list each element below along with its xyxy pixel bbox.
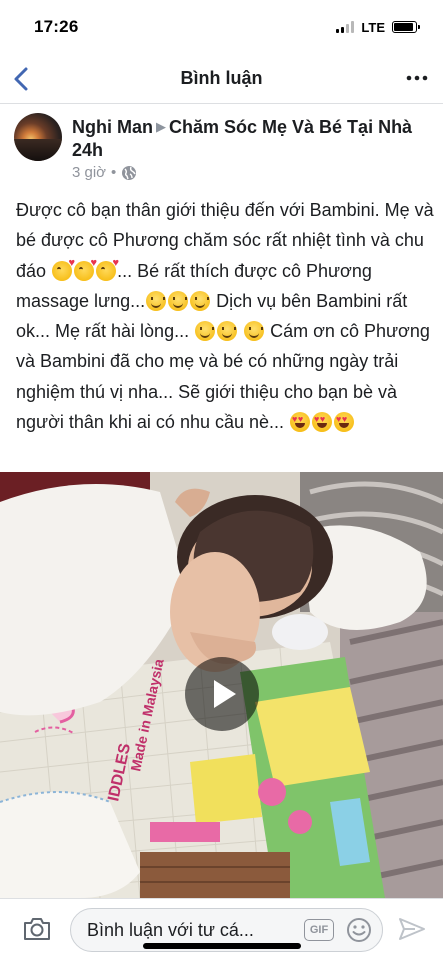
smiling-face-heart-eyes-icon <box>290 412 311 433</box>
battery-level <box>394 23 413 31</box>
navigation-bar: Bình luận <box>0 54 443 104</box>
slightly-smiling-face-icon <box>190 290 211 311</box>
signal-icon <box>336 21 355 33</box>
play-button[interactable] <box>185 657 259 731</box>
avatar[interactable] <box>14 113 62 161</box>
post-author-line: Nghi Man ▶ Chăm Sóc Mẹ Và Bé Tại Nhà 24h <box>72 115 432 162</box>
post-time[interactable]: 3 giờ <box>72 164 106 181</box>
slightly-smiling-face-icon <box>217 321 238 342</box>
slightly-smiling-face-icon <box>195 321 216 342</box>
face-blowing-kiss-icon <box>52 258 75 281</box>
status-bar: 17:26 LTE <box>0 0 443 54</box>
face-blowing-kiss-icon <box>74 258 97 281</box>
slightly-smiling-face-icon <box>244 321 265 342</box>
page-title: Bình luận <box>180 68 263 88</box>
slightly-smiling-face-icon <box>146 290 167 311</box>
author-name[interactable]: Nghi Man <box>72 117 153 137</box>
status-indicators: LTE <box>336 19 420 35</box>
status-time: 17:26 <box>34 17 79 36</box>
smiley-icon[interactable] <box>345 916 373 944</box>
more-horizontal-icon[interactable] <box>405 68 429 88</box>
meta-separator: • <box>111 164 117 181</box>
smiling-face-heart-eyes-icon <box>334 412 355 433</box>
play-icon <box>214 680 236 708</box>
smiling-face-heart-eyes-icon <box>312 412 333 433</box>
post-meta: 3 giờ • <box>72 164 137 181</box>
comment-placeholder: Bình luận với tư cá... <box>87 920 254 940</box>
home-indicator <box>143 943 301 949</box>
post-text: Được cô bạn thân giới thiệu đến với Bamb… <box>16 195 436 437</box>
slightly-smiling-face-icon <box>168 290 189 311</box>
face-blowing-kiss-icon <box>96 258 119 281</box>
battery-icon <box>392 21 420 33</box>
gif-button[interactable]: GIF <box>304 919 334 941</box>
send-icon[interactable] <box>397 914 427 944</box>
globe-icon <box>122 165 137 180</box>
comment-bar: Bình luận với tư cá... GIF <box>0 898 443 960</box>
post-header: Nghi Man ▶ Chăm Sóc Mẹ Và Bé Tại Nhà 24h 3… <box>0 104 443 186</box>
triangle-right-icon: ▶ <box>156 119 166 134</box>
network-type: LTE <box>361 19 385 35</box>
camera-icon[interactable] <box>22 915 52 943</box>
